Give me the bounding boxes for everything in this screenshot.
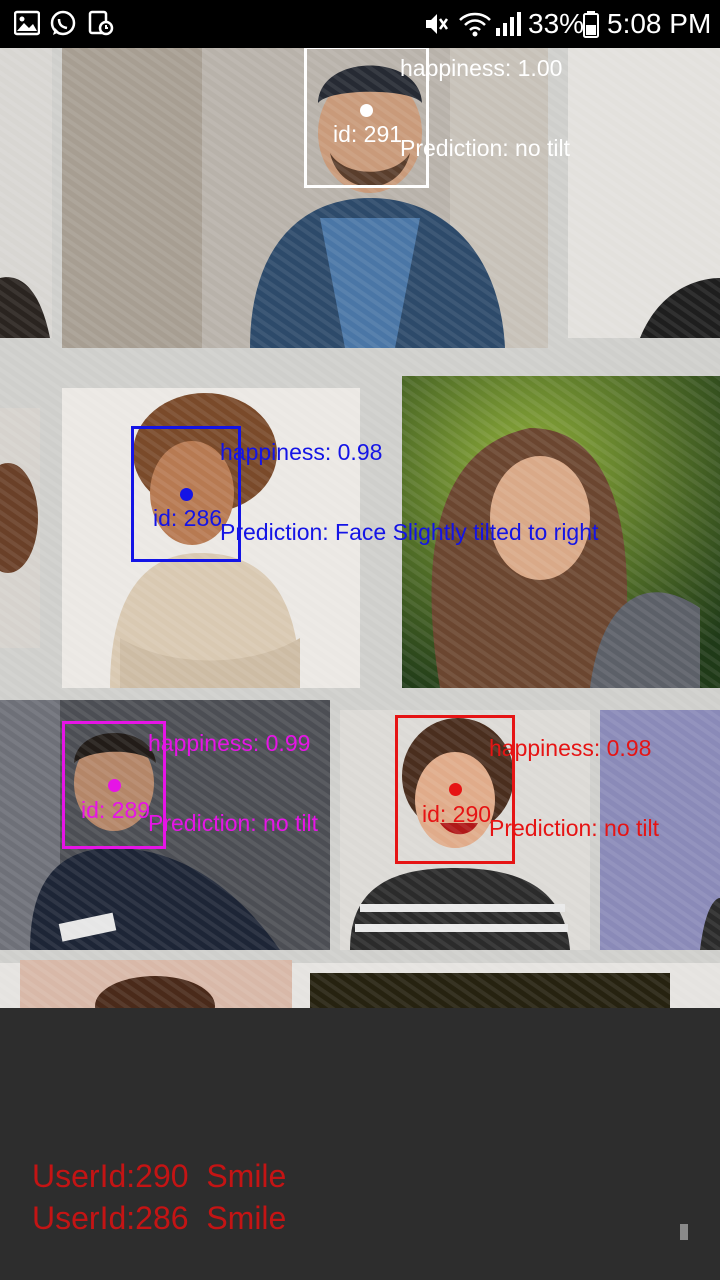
face-center-dot-291 [360,104,373,117]
prediction-label-290: Prediction: no tilt [489,815,660,841]
happiness-label-286: happiness: 0.98 [220,439,383,465]
face-id-label-290: id: 290 [422,801,492,827]
whatsapp-icon [50,10,76,36]
happiness-label-291: happiness: 1.00 [400,55,563,81]
happiness-label-289: happiness: 0.99 [148,730,311,756]
prediction-label-291: Prediction: no tilt [400,135,571,161]
face-id-label-286: id: 286 [153,505,223,531]
face-center-dot-286 [180,488,193,501]
face-id-label-289: id: 289 [81,797,151,823]
battery-icon [583,11,599,38]
signal-icon [496,12,521,36]
face-center-dot-290 [449,783,462,796]
scrollbar-thumb[interactable] [680,1224,688,1240]
happiness-label-290: happiness: 0.98 [489,735,652,761]
mute-icon [426,14,449,34]
result-line: UserId:290 Smile [32,1158,287,1194]
prediction-label-289: Prediction: no tilt [148,810,319,836]
battery-percent: 33% [528,8,585,39]
gallery-icon [14,10,40,36]
face-id-label-291: id: 291 [333,121,403,147]
prediction-label-286: Prediction: Face Slightly tilted to righ… [220,519,599,545]
screen-record-icon [88,10,114,36]
wifi-icon [459,12,491,37]
clock: 5:08 PM [607,8,712,39]
face-center-dot-289 [108,779,121,792]
result-panel[interactable]: UserId:290 Smile UserId:286 Smile [0,1008,720,1280]
result-line: UserId:286 Smile [32,1200,287,1236]
status-bar: 33% 5:08 PM [0,0,720,48]
camera-preview: id: 291 happiness: 1.00 Prediction: no t… [0,48,720,1008]
